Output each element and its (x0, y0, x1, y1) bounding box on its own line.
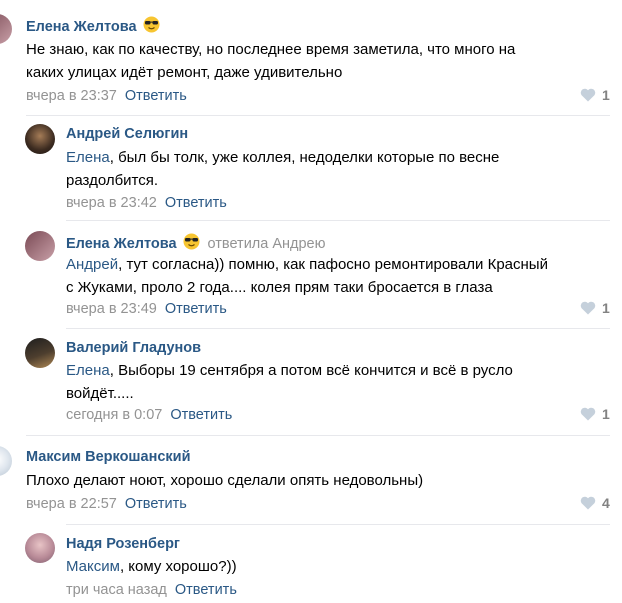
replied-to-label[interactable]: ответила Андрею (208, 236, 326, 252)
mention-link[interactable]: Максим (66, 558, 120, 575)
like-count: 4 (602, 495, 610, 511)
like-count: 1 (602, 300, 610, 316)
divider (66, 524, 610, 525)
like-count: 1 (602, 406, 610, 422)
like-button[interactable]: 1 (580, 300, 610, 316)
comment-text: Елена, Выборы 19 сентября а потом всё ко… (66, 362, 513, 402)
avatar[interactable] (0, 446, 12, 476)
reply-button[interactable]: Ответить (125, 496, 187, 512)
comment-text: Елена, был бы толк, уже коллея, недоделк… (66, 149, 500, 189)
comment-text: Не знаю, как по качеству, но последнее в… (26, 41, 516, 81)
mention-link[interactable]: Елена (66, 149, 110, 166)
comment-text: Андрей, тут согласна)) помню, как пафосн… (66, 256, 548, 296)
like-count: 1 (602, 87, 610, 103)
comment-time[interactable]: три часа назад (66, 582, 167, 598)
heart-icon (580, 496, 596, 510)
author-name[interactable]: Андрей Селюгин (66, 126, 188, 142)
author-name[interactable]: Елена Желтова ответила Андрею (66, 233, 326, 254)
sunglasses-emoji-icon (183, 233, 200, 254)
divider (66, 328, 610, 329)
heart-icon (580, 301, 596, 315)
author-name[interactable]: Надя Розенберг (66, 536, 180, 552)
comment-text: Максим, кому хорошо?)) (66, 558, 237, 575)
comment-meta: сегодня в 0:07 Ответить (66, 407, 232, 423)
reply-button[interactable]: Ответить (165, 195, 227, 211)
avatar[interactable] (0, 14, 12, 44)
divider (26, 435, 610, 436)
heart-icon (580, 88, 596, 102)
reply-button[interactable]: Ответить (175, 582, 237, 598)
comment-meta: вчера в 23:42 Ответить (66, 195, 227, 211)
comment-time[interactable]: сегодня в 0:07 (66, 407, 162, 423)
divider (26, 115, 610, 116)
comment-time[interactable]: вчера в 23:49 (66, 301, 157, 317)
like-button[interactable]: 1 (580, 87, 610, 103)
author-name[interactable]: Елена Желтова (26, 16, 160, 37)
comment-text: Плохо делают ноют, хорошо сделали опять … (26, 472, 424, 489)
heart-icon (580, 407, 596, 421)
comment-time[interactable]: вчера в 22:57 (26, 496, 117, 512)
like-button[interactable]: 1 (580, 406, 610, 422)
comment-meta: вчера в 23:49 Ответить (66, 301, 227, 317)
avatar[interactable] (25, 124, 55, 154)
comment-time[interactable]: вчера в 23:37 (26, 88, 117, 104)
mention-link[interactable]: Елена (66, 362, 110, 379)
comment-meta: вчера в 22:57 Ответить (26, 496, 187, 512)
reply-button[interactable]: Ответить (125, 88, 187, 104)
like-button[interactable]: 4 (580, 495, 610, 511)
divider (66, 220, 610, 221)
comment-meta: вчера в 23:37 Ответить (26, 88, 187, 104)
reply-button[interactable]: Ответить (165, 301, 227, 317)
comment-meta: три часа назад Ответить (66, 582, 237, 598)
avatar[interactable] (25, 338, 55, 368)
mention-link[interactable]: Андрей (66, 256, 118, 273)
avatar[interactable] (25, 231, 55, 261)
reply-button[interactable]: Ответить (170, 407, 232, 423)
author-name[interactable]: Максим Веркошанский (26, 449, 191, 465)
author-name[interactable]: Валерий Гладунов (66, 340, 201, 356)
comment-time[interactable]: вчера в 23:42 (66, 195, 157, 211)
avatar[interactable] (25, 533, 55, 563)
sunglasses-emoji-icon (143, 16, 160, 37)
